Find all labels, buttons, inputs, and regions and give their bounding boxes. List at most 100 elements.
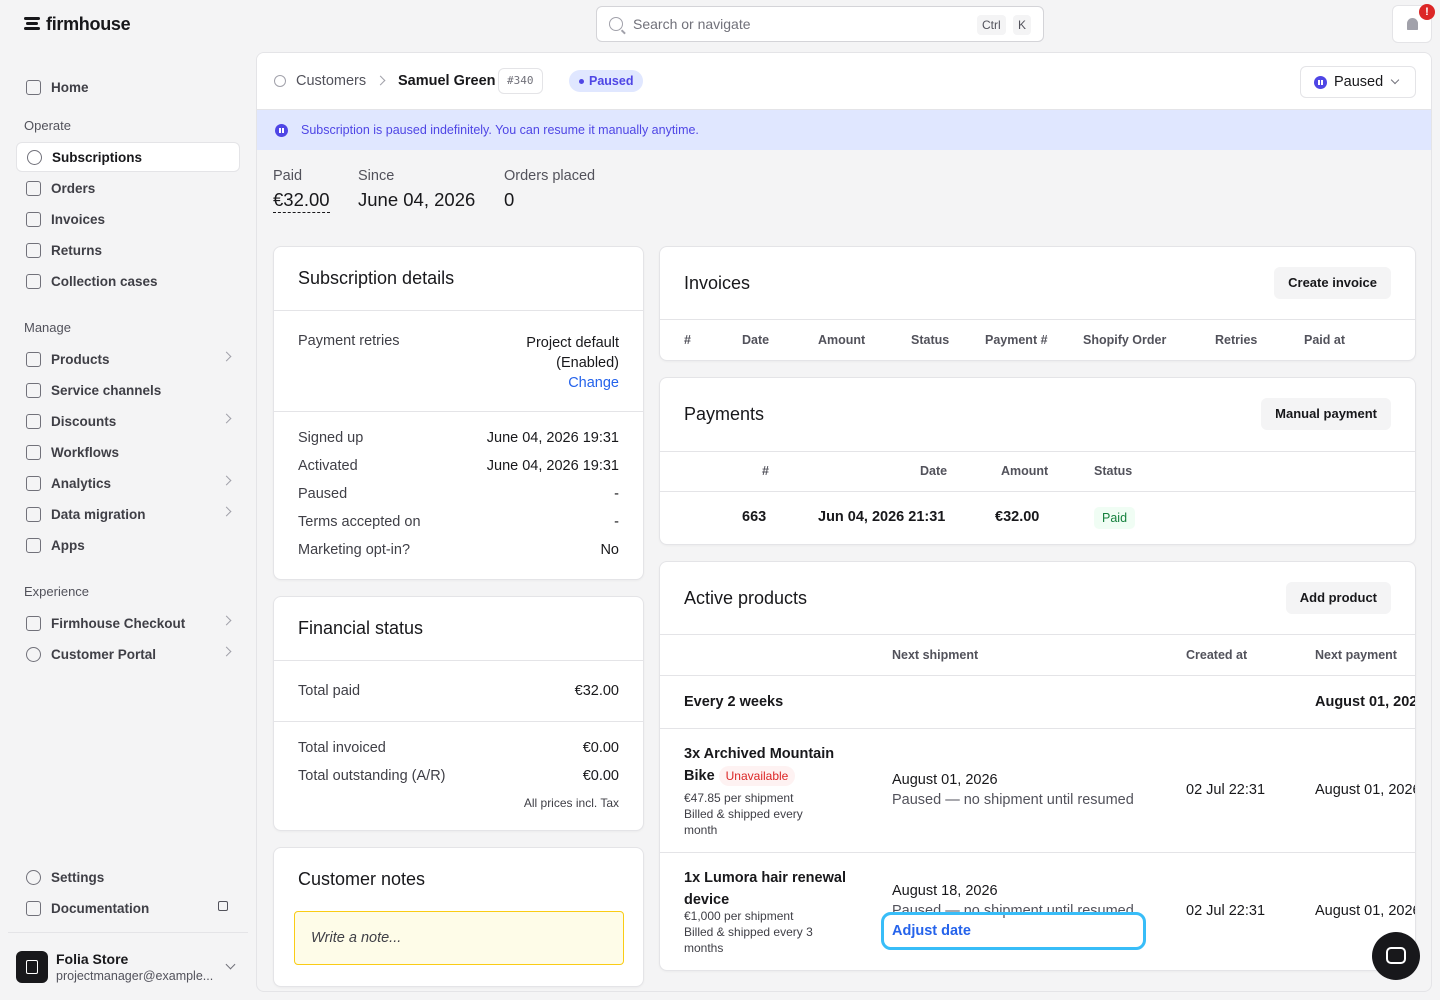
divider (274, 310, 643, 311)
row-label: Total invoiced (298, 740, 386, 756)
sidebar-item-workflows[interactable]: Workflows (16, 437, 240, 467)
subscription-details-card: Subscription details Payment retries Pro… (273, 246, 644, 580)
sidebar-item-collection-cases[interactable]: Collection cases (16, 266, 240, 296)
next-shipment-date: August 01, 2026 (892, 772, 998, 788)
external-link-icon (218, 901, 228, 911)
product-billing: Billed & shipped every (684, 807, 803, 821)
row-total-paid: Total paid €32.00 (298, 683, 619, 699)
row-label: Activated (298, 458, 358, 474)
divider (660, 319, 1415, 320)
chat-launcher-button[interactable] (1372, 932, 1420, 980)
divider (660, 728, 1415, 729)
sidebar-item-label: Returns (51, 242, 103, 258)
sidebar-item-home[interactable]: Home (16, 72, 240, 102)
created-at: 02 Jul 22:31 (1186, 782, 1266, 798)
chevron-right-icon (221, 506, 232, 517)
sidebar-item-label: Service channels (51, 382, 162, 398)
subscription-id-copy[interactable]: #340 (498, 68, 543, 94)
product-price: €47.85 per shipment (684, 791, 794, 805)
chart-icon (26, 475, 41, 491)
sidebar-item-data-migration[interactable]: Data migration (16, 499, 240, 529)
stat-label: Paid (273, 168, 303, 184)
sidebar-item-orders[interactable]: Orders (16, 173, 240, 203)
row-label: Signed up (298, 430, 364, 446)
firmhouse-logo[interactable]: firmhouse (24, 14, 131, 34)
column-header[interactable]: Next shipment (892, 648, 978, 662)
chevron-right-icon (221, 475, 232, 486)
sidebar-item-settings[interactable]: Settings (16, 862, 240, 892)
account-switcher[interactable]: Folia Store projectmanager@example... (8, 932, 248, 990)
sidebar-item-label: Subscriptions (52, 149, 143, 165)
product-name-line2: Bike (684, 768, 715, 784)
status-dropdown[interactable]: Paused (1300, 66, 1416, 98)
financial-status-card: Financial status Total paid €32.00 Total … (273, 596, 644, 831)
store-avatar (16, 951, 48, 983)
column-header[interactable]: Amount (1001, 464, 1048, 478)
column-header[interactable]: # (762, 464, 769, 478)
column-header[interactable]: Date (920, 464, 947, 478)
tax-note: All prices incl. Tax (523, 796, 619, 810)
home-icon (26, 79, 41, 95)
stat-orders: Orders placed 0 (504, 168, 595, 211)
sidebar-item-label: Documentation (51, 900, 150, 916)
tag-icon (26, 351, 41, 367)
sidebar-item-label: Data migration (51, 506, 146, 522)
refresh-icon (274, 75, 286, 87)
sidebar-item-label: Products (51, 351, 110, 367)
note-input[interactable]: Write a note... (294, 911, 624, 965)
group-next-payment: August 01, 2026 (1315, 694, 1416, 710)
create-invoice-button[interactable]: Create invoice (1274, 267, 1391, 299)
sidebar-item-returns[interactable]: Returns (16, 235, 240, 265)
sidebar-item-label: Workflows (51, 444, 120, 460)
sidebar-item-label: Invoices (51, 211, 106, 227)
sidebar-item-discounts[interactable]: Discounts (16, 406, 240, 436)
column-header[interactable]: # (684, 333, 691, 347)
sidebar-item-documentation[interactable]: Documentation (16, 893, 240, 923)
column-header[interactable]: Payment # (985, 333, 1048, 347)
column-header[interactable]: Created at (1186, 648, 1247, 662)
column-header[interactable]: Status (911, 333, 949, 347)
column-header[interactable]: Shopify Order (1083, 333, 1166, 347)
row-value: June 04, 2026 19:31 (486, 458, 619, 474)
stat-label: Since (358, 168, 395, 184)
stat-value[interactable]: €32.00 (273, 189, 330, 213)
column-header[interactable]: Date (742, 333, 769, 347)
column-header[interactable]: Next payment (1315, 648, 1397, 662)
add-product-button[interactable]: Add product (1285, 582, 1391, 614)
breadcrumb-customers[interactable]: Customers (296, 73, 366, 89)
chevron-right-icon (221, 646, 232, 657)
row-value: June 04, 2026 19:31 (486, 430, 619, 446)
row-value: €0.00 (582, 768, 619, 784)
row-label: Paused (298, 486, 348, 502)
manual-payment-button[interactable]: Manual payment (1261, 398, 1391, 430)
sidebar-item-subscriptions[interactable]: Subscriptions (16, 142, 240, 172)
section-manage: Manage (24, 320, 71, 335)
sidebar-item-apps[interactable]: Apps (16, 530, 240, 560)
sidebar-item-invoices[interactable]: Invoices (16, 204, 240, 234)
payment-id: 663 (742, 509, 767, 525)
sidebar-item-firmhouse-checkout[interactable]: Firmhouse Checkout (16, 608, 240, 638)
sidebar-item-service-channels[interactable]: Service channels (16, 375, 240, 405)
sidebar-item-analytics[interactable]: Analytics (16, 468, 240, 498)
row-label: Terms accepted on (298, 514, 421, 530)
search-input[interactable]: Search or navigate Ctrl K (596, 6, 1044, 42)
product-name: 3x Archived Mountain Bike Unavailable (684, 743, 834, 787)
folder-icon (26, 273, 41, 289)
sidebar-item-customer-portal[interactable]: Customer Portal (16, 639, 240, 669)
column-header[interactable]: Status (1094, 464, 1132, 478)
card-title: Active products (684, 588, 808, 608)
chevron-down-icon (225, 959, 236, 970)
active-products-card: Active products Add product Next shipmen… (659, 561, 1416, 971)
stat-paid: Paid €32.00 (273, 168, 330, 213)
row-value: €0.00 (582, 740, 619, 756)
product-name-line2: device (684, 892, 730, 908)
notifications-button[interactable]: ! (1392, 4, 1435, 43)
percent-icon (26, 413, 41, 429)
sidebar-item-products[interactable]: Products (16, 344, 240, 374)
column-header[interactable]: Amount (818, 333, 865, 347)
column-header[interactable]: Paid at (1304, 333, 1345, 347)
change-link[interactable]: Change (568, 375, 619, 391)
column-header[interactable]: Retries (1215, 333, 1257, 347)
card-title: Financial status (298, 618, 424, 638)
sidebar-item-label: Collection cases (51, 273, 158, 289)
